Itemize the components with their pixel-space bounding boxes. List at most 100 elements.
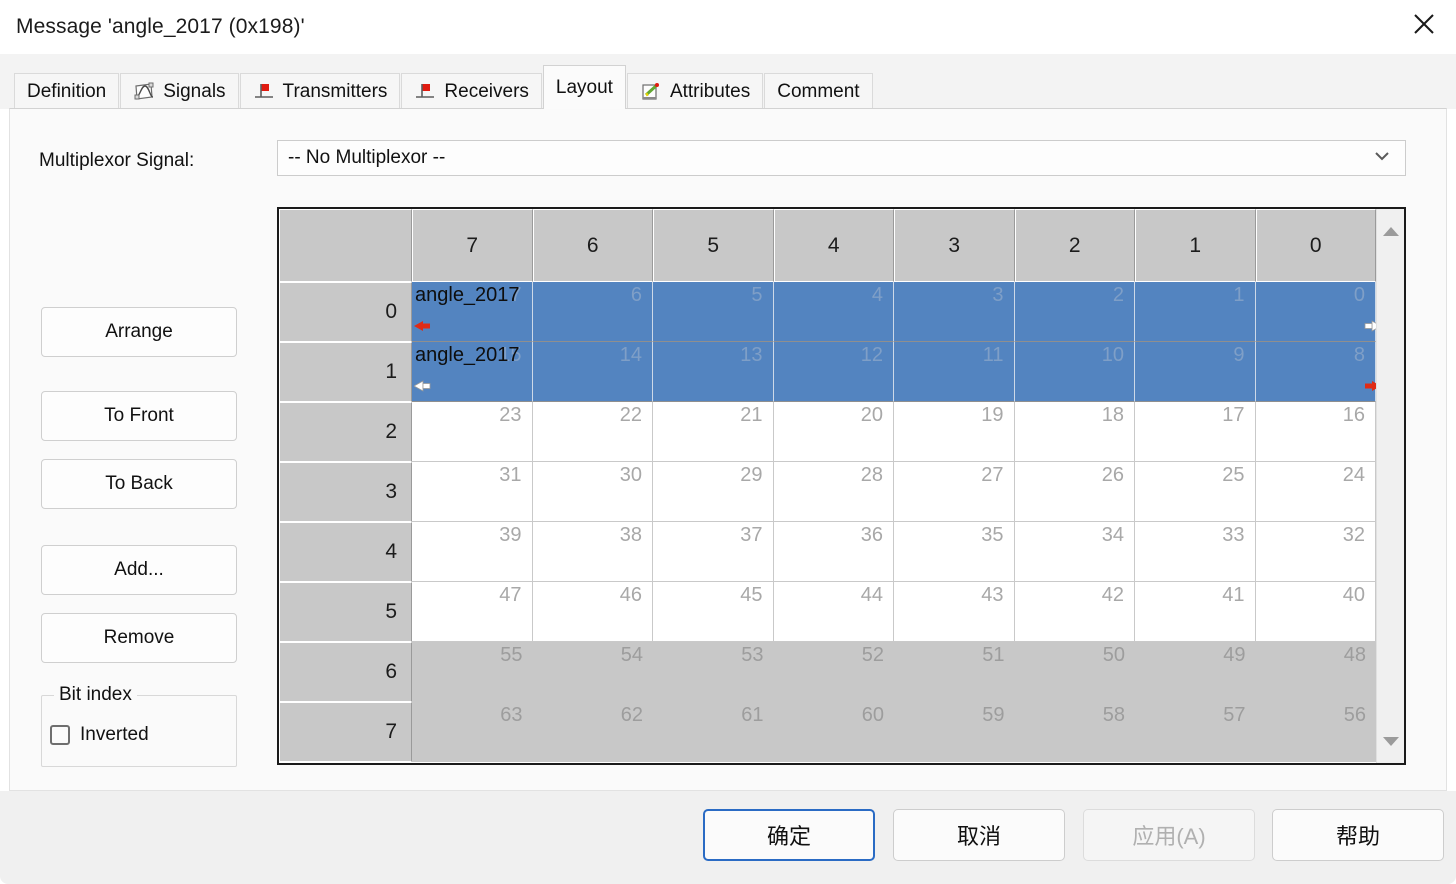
bit-cell[interactable]: 6 bbox=[532, 282, 653, 342]
window-title: Message 'angle_2017 (0x198)' bbox=[16, 15, 305, 38]
bit-cell[interactable]: 26 bbox=[1014, 462, 1135, 522]
row-header[interactable]: 4 bbox=[279, 522, 412, 582]
bit-cell[interactable]: 16 bbox=[1255, 402, 1376, 462]
bit-number: 30 bbox=[619, 464, 642, 486]
close-icon[interactable] bbox=[1392, 0, 1456, 48]
tab-definition[interactable]: Definition bbox=[14, 73, 120, 109]
row-header[interactable]: 7 bbox=[279, 702, 412, 762]
bit-cell[interactable]: 20 bbox=[773, 402, 894, 462]
bit-cell[interactable]: 17 bbox=[1135, 402, 1256, 462]
row-header[interactable]: 5 bbox=[279, 582, 412, 642]
bit-cell[interactable]: 30 bbox=[532, 462, 653, 522]
bit-cell[interactable]: 46 bbox=[532, 582, 653, 642]
bit-cell[interactable]: 34 bbox=[1014, 522, 1135, 582]
bit-cell[interactable]: 40 bbox=[1255, 582, 1376, 642]
scroll-down-arrow-icon[interactable] bbox=[1377, 725, 1404, 757]
bit-cell[interactable]: 28 bbox=[773, 462, 894, 522]
column-header[interactable]: 1 bbox=[1135, 209, 1256, 282]
bit-cell[interactable]: angle_2017 7 bbox=[412, 282, 533, 342]
tab-signals[interactable]: Signals bbox=[120, 73, 239, 109]
ok-button[interactable]: 确定 bbox=[703, 809, 875, 861]
bit-cell[interactable]: 29 bbox=[653, 462, 774, 522]
bit-cell[interactable]: 19 bbox=[894, 402, 1015, 462]
bit-cell[interactable]: angle_2017 15 bbox=[412, 342, 533, 402]
bit-cell[interactable]: 31 bbox=[412, 462, 533, 522]
column-header[interactable]: 2 bbox=[1014, 209, 1135, 282]
bit-cell[interactable]: 32 bbox=[1255, 522, 1376, 582]
scroll-up-arrow-icon[interactable] bbox=[1377, 215, 1404, 247]
bit-cell[interactable]: 4 bbox=[773, 282, 894, 342]
table-row: 0 angle_2017 7 6 5 4 3 2 1 0 bbox=[279, 282, 1376, 342]
red-right-arrow-icon bbox=[1357, 375, 1376, 398]
bit-cell[interactable]: 14 bbox=[532, 342, 653, 402]
signals-icon bbox=[133, 82, 155, 102]
bit-number: 56 bbox=[1343, 704, 1366, 726]
bit-cell[interactable]: 37 bbox=[653, 522, 774, 582]
bit-cell[interactable]: 38 bbox=[532, 522, 653, 582]
column-header[interactable]: 7 bbox=[412, 209, 533, 282]
tab-attributes[interactable]: Attributes bbox=[626, 73, 764, 109]
bit-cell[interactable]: 23 bbox=[412, 402, 533, 462]
tab-receivers[interactable]: Receivers bbox=[401, 73, 542, 109]
bit-cell[interactable]: 5 bbox=[653, 282, 774, 342]
row-header[interactable]: 2 bbox=[279, 402, 412, 462]
bit-cell[interactable]: 39 bbox=[412, 522, 533, 582]
button-label: To Front bbox=[104, 405, 174, 426]
column-header[interactable]: 6 bbox=[532, 209, 653, 282]
column-header[interactable]: 3 bbox=[894, 209, 1015, 282]
bit-number: 36 bbox=[860, 524, 883, 546]
inverted-checkbox[interactable]: Inverted bbox=[50, 724, 149, 746]
bit-number: 61 bbox=[741, 704, 764, 726]
bit-cell[interactable]: 22 bbox=[532, 402, 653, 462]
column-header[interactable]: 4 bbox=[773, 209, 894, 282]
bit-cell[interactable]: 18 bbox=[1014, 402, 1135, 462]
tab-transmitters[interactable]: Transmitters bbox=[239, 73, 401, 109]
row-header[interactable]: 3 bbox=[279, 462, 412, 522]
bit-cell[interactable]: 21 bbox=[653, 402, 774, 462]
column-header[interactable]: 5 bbox=[653, 209, 774, 282]
bit-cell[interactable]: 43 bbox=[894, 582, 1015, 642]
bit-number: 2 bbox=[1112, 284, 1124, 306]
bit-cell[interactable]: 24 bbox=[1255, 462, 1376, 522]
bit-number: 50 bbox=[1102, 644, 1125, 666]
cancel-button[interactable]: 取消 bbox=[893, 809, 1065, 861]
bit-cell[interactable]: 45 bbox=[653, 582, 774, 642]
bit-cell[interactable]: 3 bbox=[894, 282, 1015, 342]
bit-cell[interactable]: 13 bbox=[653, 342, 774, 402]
signal-name-label: angle_2017 bbox=[415, 284, 520, 306]
bit-cell[interactable]: 47 bbox=[412, 582, 533, 642]
to-front-button[interactable]: To Front bbox=[41, 391, 237, 441]
to-back-button[interactable]: To Back bbox=[41, 459, 237, 509]
tab-layout[interactable]: Layout bbox=[542, 65, 626, 109]
bit-cell[interactable]: 44 bbox=[773, 582, 894, 642]
bit-cell[interactable]: 10 bbox=[1014, 342, 1135, 402]
bit-cell[interactable]: 27 bbox=[894, 462, 1015, 522]
grid-vertical-scrollbar[interactable] bbox=[1376, 209, 1404, 763]
add-button[interactable]: Add... bbox=[41, 545, 237, 595]
bit-cell[interactable]: 9 bbox=[1135, 342, 1256, 402]
bit-cell[interactable]: 33 bbox=[1135, 522, 1256, 582]
inverted-label: Inverted bbox=[80, 724, 149, 745]
bit-cell[interactable]: 8 bbox=[1255, 342, 1376, 402]
bit-cell[interactable]: 25 bbox=[1135, 462, 1256, 522]
arrange-button[interactable]: Arrange bbox=[41, 307, 237, 357]
bit-cell[interactable]: 1 bbox=[1135, 282, 1256, 342]
button-label: Add... bbox=[114, 559, 164, 580]
bit-cell[interactable]: 2 bbox=[1014, 282, 1135, 342]
tab-comment[interactable]: Comment bbox=[764, 73, 873, 109]
bit-cell[interactable]: 42 bbox=[1014, 582, 1135, 642]
remove-button[interactable]: Remove bbox=[41, 613, 237, 663]
tab-label: Receivers bbox=[444, 80, 529, 102]
bit-cell[interactable]: 0 bbox=[1255, 282, 1376, 342]
bit-cell[interactable]: 11 bbox=[894, 342, 1015, 402]
multiplexor-signal-select[interactable]: -- No Multiplexor -- bbox=[277, 140, 1406, 176]
bit-cell[interactable]: 36 bbox=[773, 522, 894, 582]
bit-cell[interactable]: 41 bbox=[1135, 582, 1256, 642]
bit-cell[interactable]: 12 bbox=[773, 342, 894, 402]
help-button[interactable]: 帮助 bbox=[1272, 809, 1444, 861]
column-header[interactable]: 0 bbox=[1255, 209, 1376, 282]
row-header[interactable]: 0 bbox=[279, 282, 412, 342]
bit-cell[interactable]: 35 bbox=[894, 522, 1015, 582]
row-header[interactable]: 6 bbox=[279, 642, 412, 702]
row-header[interactable]: 1 bbox=[279, 342, 412, 402]
